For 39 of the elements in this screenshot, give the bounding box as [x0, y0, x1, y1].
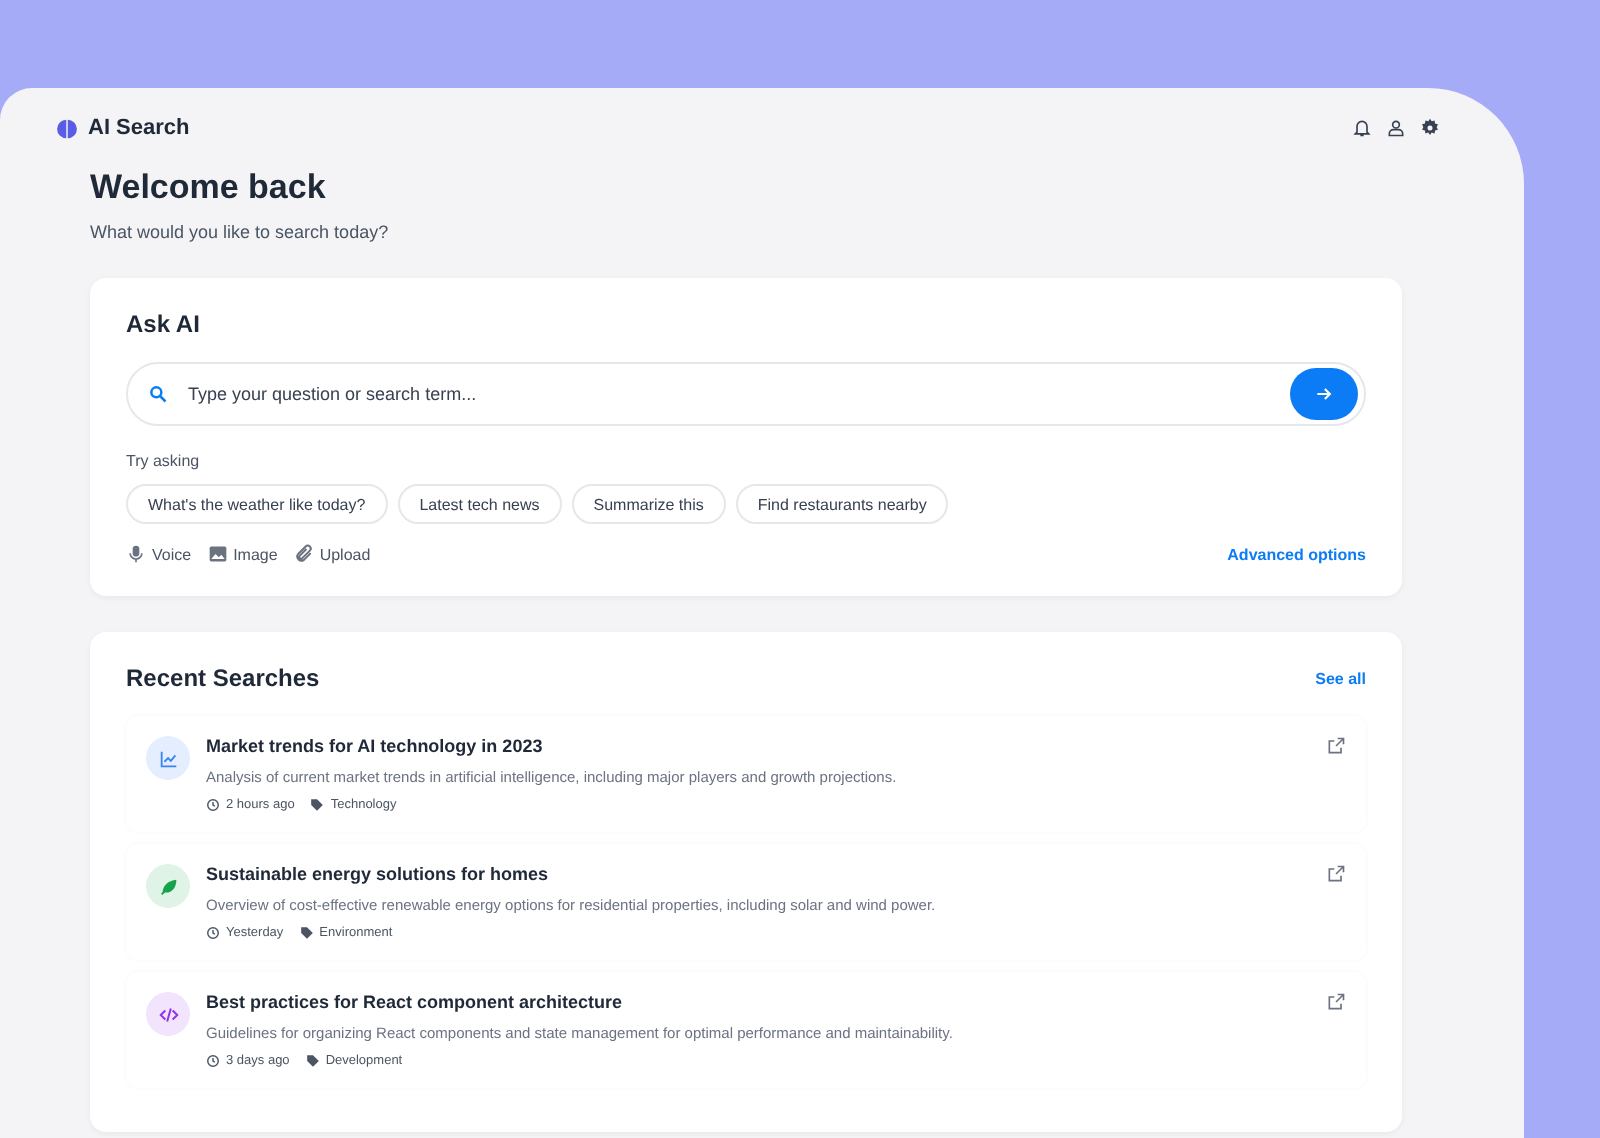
tag-icon	[299, 926, 314, 940]
result-title: Sustainable energy solutions for homes	[206, 864, 551, 884]
result-title: Market trends for AI technology in 2023	[206, 736, 545, 756]
image-icon	[207, 544, 228, 564]
section-title: Recent Searches	[126, 664, 320, 692]
brain-icon	[56, 117, 78, 139]
app-name: AI Search	[88, 116, 190, 140]
image-button[interactable]: Image	[207, 544, 278, 564]
user-icon[interactable]	[1386, 118, 1406, 138]
external-link-icon[interactable]	[1326, 736, 1346, 756]
upload-button[interactable]: Upload	[293, 544, 371, 564]
search-field[interactable]: Type your question or search term...	[126, 362, 1366, 426]
result-title: Best practices for React component architecture	[206, 992, 625, 1012]
microphone-icon	[126, 544, 146, 564]
welcome-subtitle: What would you like to search today?	[90, 222, 391, 242]
card-title: Ask AI	[126, 310, 202, 338]
arrow-right-icon	[1314, 384, 1334, 404]
paperclip-icon	[293, 544, 314, 564]
suggestion-chip[interactable]: Find restaurants nearby	[735, 484, 949, 524]
clock-icon	[206, 1054, 220, 1068]
suggestion-chip[interactable]: Latest tech news	[397, 484, 562, 524]
search-icon	[148, 384, 168, 404]
search-input[interactable]: Type your question or search term...	[184, 382, 1274, 406]
bell-icon[interactable]	[1352, 118, 1372, 138]
try-asking-label: Try asking	[126, 452, 202, 470]
see-all-link[interactable]: See all	[1315, 669, 1366, 687]
clock-icon	[206, 798, 220, 812]
suggestion-chip[interactable]: What's the weather like today?	[126, 484, 388, 524]
welcome-heading: Welcome back	[90, 168, 328, 208]
clock-icon	[206, 926, 220, 940]
tag-icon	[310, 798, 325, 812]
external-link-icon[interactable]	[1326, 864, 1346, 884]
voice-button[interactable]: Voice	[126, 544, 192, 564]
advanced-options-link[interactable]: Advanced options	[1227, 545, 1366, 563]
submit-button[interactable]	[1290, 368, 1358, 420]
settings-icon[interactable]	[1420, 118, 1440, 138]
external-link-icon[interactable]	[1326, 992, 1346, 1012]
suggestion-chip[interactable]: Summarize this	[571, 484, 726, 524]
tag-icon	[305, 1054, 320, 1068]
